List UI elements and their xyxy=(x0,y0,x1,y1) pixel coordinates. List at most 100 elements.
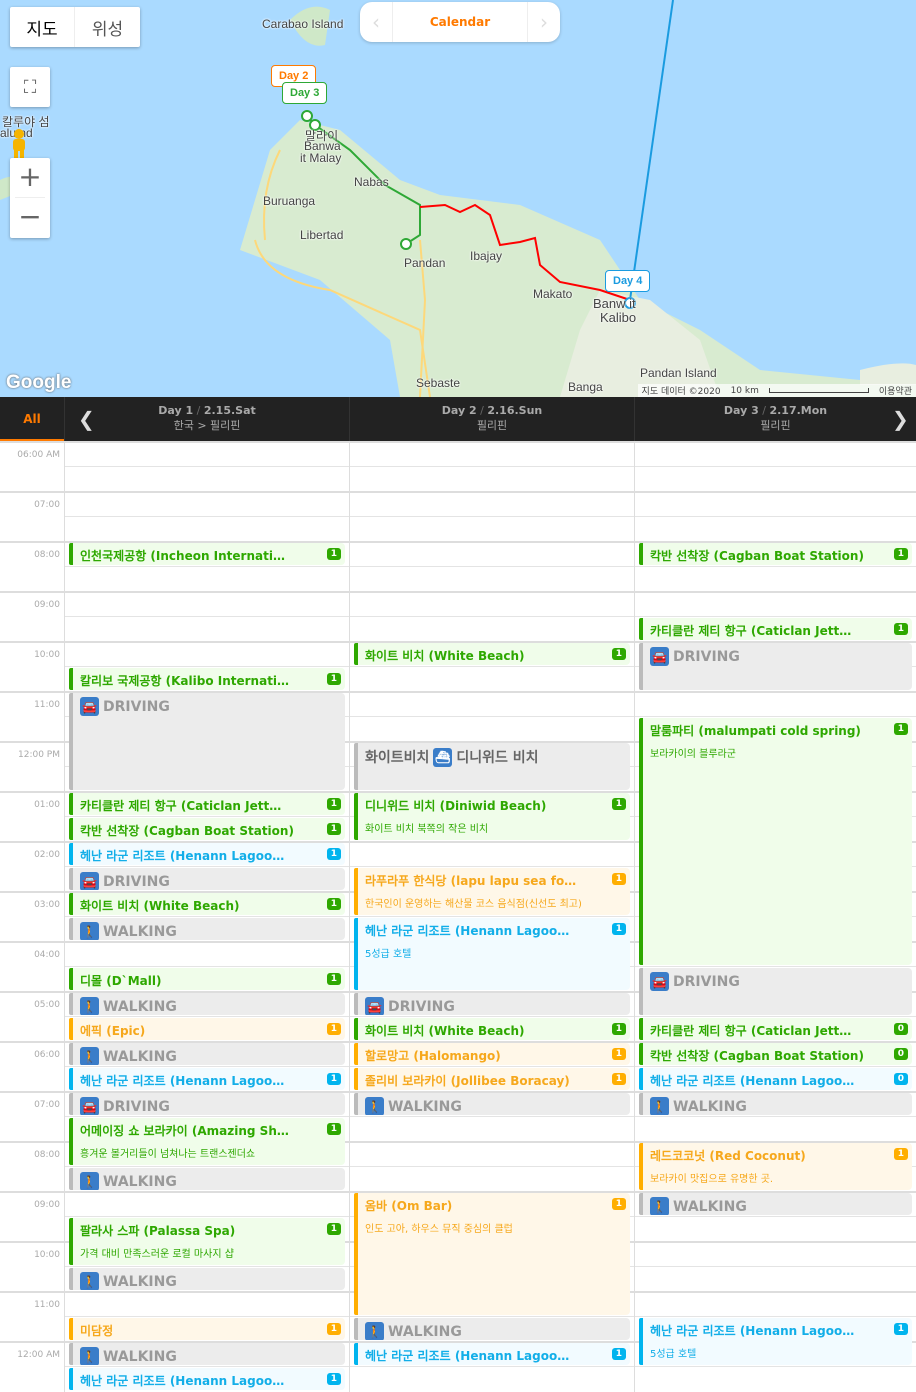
event-title: 🚶 WALKING xyxy=(365,1097,624,1115)
event-card[interactable]: 인천국제공항 (Incheon Internati… 1 xyxy=(69,543,345,565)
transport-block[interactable]: 🚶 WALKING xyxy=(69,1043,345,1065)
map[interactable]: Carabao Island 칼루야 섬 alu nd 말라이 Banwa it… xyxy=(0,0,916,397)
map-label: Banga xyxy=(568,380,603,394)
fullscreen-button[interactable]: ⛶ xyxy=(10,67,50,107)
event-card[interactable]: 팔라사 스파 (Palassa Spa) 가격 대비 만족스러운 로컬 마사지 샵… xyxy=(69,1218,345,1265)
day-header-3[interactable]: Day 3 / 2.17.Mon 필리핀 xyxy=(634,397,916,442)
grid-line xyxy=(64,1316,916,1317)
event-description: 5성급 호텔 xyxy=(650,1349,697,1360)
event-card[interactable]: 할로망고 (Halomango) 1 xyxy=(354,1043,630,1065)
event-card[interactable]: 화이트 비치 (White Beach) 1 xyxy=(354,1018,630,1040)
transport-block[interactable]: 🚶 WALKING xyxy=(354,1318,630,1340)
transport-block[interactable]: 🚶 WALKING xyxy=(354,1093,630,1115)
day-header-2[interactable]: Day 2 / 2.16.Sun 필리핀 xyxy=(349,397,634,442)
map-label: Sebaste xyxy=(416,376,461,390)
event-title: 옴바 (Om Bar) xyxy=(365,1197,624,1214)
next-day-button[interactable]: ❯ xyxy=(892,407,909,431)
prev-day-button[interactable]: ❮ xyxy=(78,407,95,431)
transport-block[interactable]: 🚶 WALKING xyxy=(69,993,345,1015)
event-title-text: 화이트 비치 (White Beach) xyxy=(80,899,240,913)
event-card[interactable]: 말룸파티 (malumpati cold spring) 보라카이의 블루라군 1 xyxy=(639,718,912,965)
event-title: 🚘 DRIVING xyxy=(650,647,906,666)
time-label: 12:00 PM xyxy=(18,750,60,760)
event-card[interactable]: 카티클란 제티 항구 (Caticlan Jett… 1 xyxy=(639,618,912,640)
transport-block[interactable]: 🚘 DRIVING xyxy=(69,1093,345,1115)
map-pin-day3[interactable]: Day 3 xyxy=(282,82,328,104)
event-card[interactable]: 칼리보 국제공항 (Kalibo Internati… 1 xyxy=(69,668,345,690)
time-label: 04:00 xyxy=(34,950,60,960)
event-card[interactable]: 카티클란 제티 항구 (Caticlan Jett… 0 xyxy=(639,1018,912,1040)
zoom-out-button[interactable]: − xyxy=(18,198,41,238)
map-label: Banw it xyxy=(593,296,636,311)
transport-block[interactable]: 🚶 WALKING xyxy=(69,1268,345,1290)
event-card[interactable]: 미담정 1 xyxy=(69,1318,345,1340)
event-card[interactable]: 칵반 선착장 (Cagban Boat Station) 1 xyxy=(639,543,912,565)
event-count-badge: 0 xyxy=(893,1073,908,1085)
event-title: 팔라사 스파 (Palassa Spa) xyxy=(80,1222,339,1239)
event-card[interactable]: 헤난 라군 리조트 (Henann Lagoo… 1 xyxy=(69,843,345,865)
time-label: 10:00 xyxy=(34,1250,60,1260)
event-card[interactable]: 헤난 라군 리조트 (Henann Lagoo… 1 xyxy=(354,1343,630,1365)
event-card[interactable]: 에픽 (Epic) 1 xyxy=(69,1018,345,1040)
event-card[interactable]: 화이트 비치 (White Beach) 1 xyxy=(69,893,345,915)
event-card[interactable]: 카티클란 제티 항구 (Caticlan Jett… 1 xyxy=(69,793,345,815)
transport-block[interactable]: 🚘 DRIVING xyxy=(639,643,912,690)
event-card[interactable]: 라푸라푸 한식당 (lapu lapu sea fo… 한국인이 운영하는 해산물… xyxy=(354,868,630,915)
map-pin-day4[interactable]: Day 4 xyxy=(605,270,651,292)
walking-icon: 🚶 xyxy=(80,922,99,940)
event-title: 🚘 DRIVING xyxy=(80,872,339,890)
day-header-1[interactable]: Day 1 / 2.15.Sat 한국 > 필리핀 xyxy=(64,397,349,442)
event-card[interactable]: 디니위드 비치 (Diniwid Beach) 화이트 비치 북쪽의 작은 비치 1 xyxy=(354,793,630,840)
transport-block[interactable]: 🚶 WALKING xyxy=(639,1193,912,1215)
event-card[interactable]: 졸리비 보라카이 (Jollibee Boracay) 1 xyxy=(354,1068,630,1090)
event-title-text: 인천국제공항 (Incheon Internati… xyxy=(80,549,285,563)
event-title-text: 디몰 (D`Mall) xyxy=(80,974,162,988)
calendar-next-button[interactable]: › xyxy=(528,10,560,34)
transport-block[interactable]: 🚘 DRIVING xyxy=(69,693,345,790)
event-title-text: WALKING xyxy=(103,1048,177,1065)
event-count-badge: 1 xyxy=(326,973,341,985)
transport-block[interactable]: 🚘 DRIVING xyxy=(354,993,630,1015)
event-card[interactable]: 화이트 비치 (White Beach) 1 xyxy=(354,643,630,665)
event-card[interactable]: 헤난 라군 리조트 (Henann Lagoo… 1 xyxy=(69,1368,345,1390)
calendar-button[interactable]: Calendar xyxy=(392,2,528,42)
event-title: 라푸라푸 한식당 (lapu lapu sea fo… xyxy=(365,872,624,889)
day-header: All Day 1 / 2.15.Sat 한국 > 필리핀 Day 2 / 2.… xyxy=(0,397,916,442)
event-title: 🚶 WALKING xyxy=(650,1097,906,1115)
map-type-map-button[interactable]: 지도 xyxy=(10,7,75,47)
zoom-in-button[interactable]: + xyxy=(15,158,45,198)
all-days-tab[interactable]: All xyxy=(0,397,64,442)
event-title-text: 헤난 라군 리조트 (Henann Lagoo… xyxy=(365,924,570,938)
event-card[interactable]: 레드코코넛 (Red Coconut) 보라카이 맛집으로 유명한 곳. 1 xyxy=(639,1143,912,1190)
event-card[interactable]: 헤난 라군 리조트 (Henann Lagoo… 5성급 호텔 1 xyxy=(354,918,630,990)
event-card[interactable]: 디몰 (D`Mall) 1 xyxy=(69,968,345,990)
event-card[interactable]: 칵반 선착장 (Cagban Boat Station) 1 xyxy=(69,818,345,840)
time-label: 12:00 AM xyxy=(17,1350,60,1360)
event-card[interactable]: 헤난 라군 리조트 (Henann Lagoo… 5성급 호텔 1 xyxy=(639,1318,912,1365)
terms-link[interactable]: 이용약관 xyxy=(879,384,912,397)
transport-block[interactable]: 🚶 WALKING xyxy=(69,1168,345,1190)
event-card[interactable]: 칵반 선착장 (Cagban Boat Station) 0 xyxy=(639,1043,912,1065)
transport-block[interactable]: 🚶 WALKING xyxy=(69,1343,345,1365)
event-card[interactable]: 옴바 (Om Bar) 인도 고아, 하우스 뮤직 중심의 클럽 1 xyxy=(354,1193,630,1315)
event-count-badge: 1 xyxy=(611,923,626,935)
pegman-icon xyxy=(13,129,25,159)
event-title-text: 화이트 비치 (White Beach) xyxy=(365,1024,525,1038)
event-description: 보라카이의 블루라군 xyxy=(650,749,736,760)
event-card[interactable]: 헤난 라군 리조트 (Henann Lagoo… 0 xyxy=(639,1068,912,1090)
transport-block[interactable]: 🚶 WALKING xyxy=(69,918,345,940)
event-card[interactable]: 어메이징 쇼 보라카이 (Amazing Sh… 흥겨운 볼거리들이 넘쳐나는 트… xyxy=(69,1118,345,1165)
transport-block[interactable]: 🚶 WALKING xyxy=(639,1093,912,1115)
day-label: Day 1 xyxy=(158,404,194,417)
grid-line xyxy=(64,1116,916,1117)
transport-block[interactable]: 화이트비치 ⛴ 디니위드 비치 xyxy=(354,743,630,790)
transport-block[interactable]: 🚘 DRIVING xyxy=(639,968,912,1015)
event-title: 헤난 라군 리조트 (Henann Lagoo… xyxy=(80,1072,339,1089)
time-label: 08:00 xyxy=(34,550,60,560)
event-card[interactable]: 헤난 라군 리조트 (Henann Lagoo… 1 xyxy=(69,1068,345,1090)
map-type-satellite-button[interactable]: 위성 xyxy=(75,7,140,47)
event-count-badge: 0 xyxy=(893,1023,908,1035)
calendar-bar: ‹ Calendar › xyxy=(360,2,560,42)
calendar-prev-button[interactable]: ‹ xyxy=(360,10,392,34)
transport-block[interactable]: 🚘 DRIVING xyxy=(69,868,345,890)
